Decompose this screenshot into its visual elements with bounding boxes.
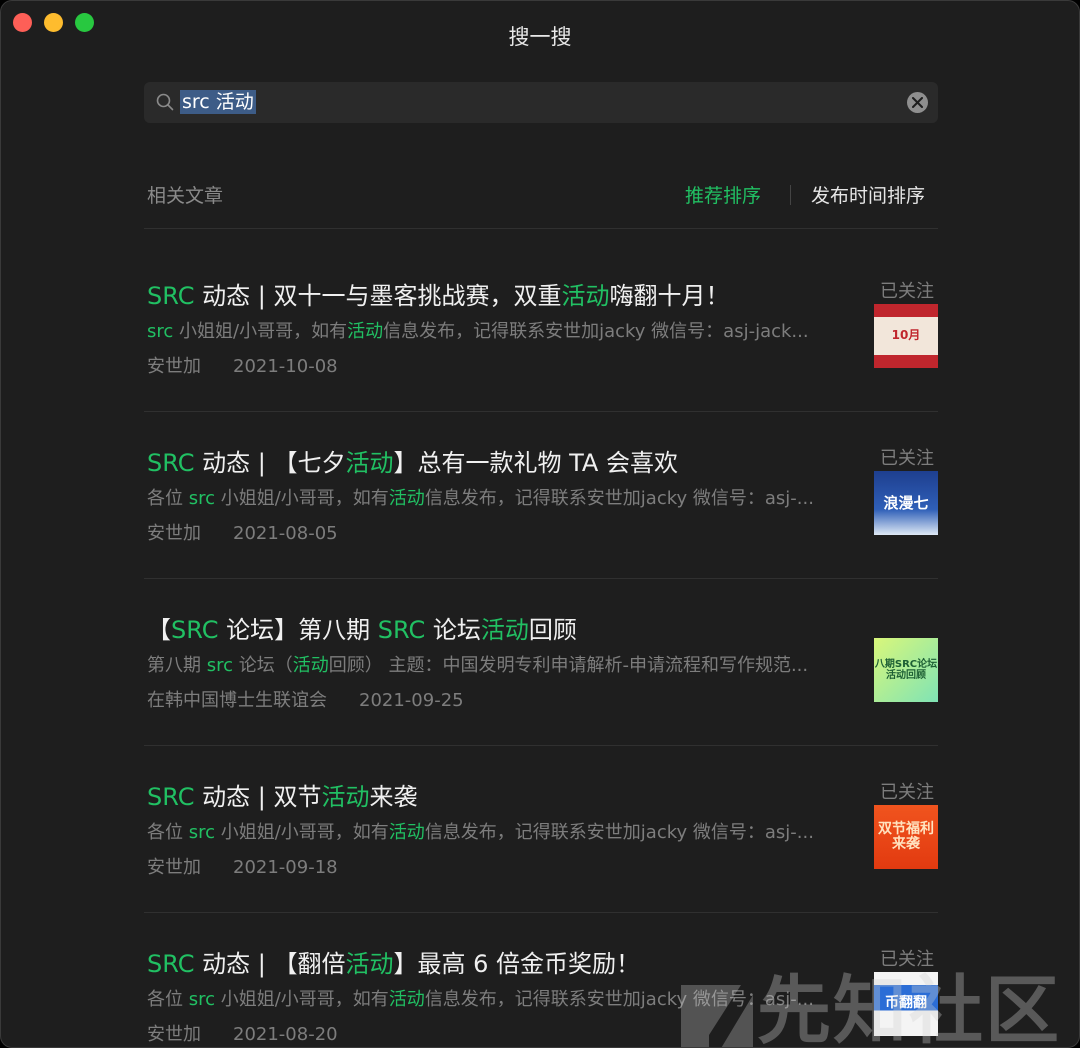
snippet-text: 小姐姐/小哥哥，如有 bbox=[215, 989, 389, 1010]
article-snippet: 各位 src 小姐姐/小哥哥，如有活动信息发布，记得联系安世加jacky 微信号… bbox=[147, 484, 857, 510]
title-text: 来袭 bbox=[369, 783, 418, 811]
article-snippet: 各位 src 小姐姐/小哥哥，如有活动信息发布，记得联系安世加jacky 微信号… bbox=[147, 818, 857, 844]
snippet-text: 论坛（ bbox=[233, 655, 293, 676]
follow-status-badge: 已关注 bbox=[880, 281, 934, 302]
title-text: 嗨翻十月！ bbox=[609, 282, 730, 310]
watermark: 先知社区 bbox=[681, 951, 1061, 1048]
snippet-text: 第八期 bbox=[147, 655, 207, 676]
article-source[interactable]: 安世加 bbox=[147, 356, 201, 377]
article-item[interactable]: SRC 动态 | 【七夕活动】总有一款礼物 TA 会喜欢 各位 src 小姐姐/小… bbox=[144, 395, 938, 562]
article-snippet: 第八期 src 论坛（活动回顾） 主题：中国发明专利申请解析-申请流程和写作规范… bbox=[147, 651, 857, 677]
highlighted-keyword: SRC bbox=[147, 783, 195, 811]
article-item[interactable]: SRC 动态 | 双节活动来袭 各位 src 小姐姐/小哥哥，如有活动信息发布，记… bbox=[144, 729, 938, 896]
article-source[interactable]: 在韩中国博士生联谊会 bbox=[147, 690, 327, 711]
article-meta: 安世加 2021-08-20 bbox=[147, 1020, 338, 1046]
highlighted-keyword: 活动 bbox=[345, 449, 394, 477]
search-query-text[interactable]: src 活动 bbox=[180, 90, 256, 114]
article-source[interactable]: 安世加 bbox=[147, 1024, 201, 1045]
title-text: 论坛】第八期 bbox=[218, 616, 378, 644]
title-text: 动态 | 双节 bbox=[194, 783, 322, 811]
follow-status-badge: 已关注 bbox=[880, 448, 934, 469]
article-meta: 安世加 2021-10-08 bbox=[147, 352, 338, 378]
highlighted-keyword: src bbox=[188, 822, 216, 843]
article-source[interactable]: 安世加 bbox=[147, 857, 201, 878]
snippet-text: 小姐姐/小哥哥，如有 bbox=[215, 488, 389, 509]
highlighted-keyword: 活动 bbox=[388, 822, 425, 843]
article-meta: 安世加 2021-08-05 bbox=[147, 519, 338, 545]
clear-icon bbox=[912, 97, 923, 108]
search-input[interactable]: src 活动 bbox=[144, 82, 938, 123]
highlighted-keyword: 活动 bbox=[347, 321, 384, 342]
title-text: 】总有一款礼物 TA 会喜欢 bbox=[393, 449, 678, 477]
article-item[interactable]: SRC 动态 | 双十一与墨客挑战赛，双重活动嗨翻十月！ src 小姐姐/小哥哥，… bbox=[144, 228, 938, 395]
snippet-text: 各位 bbox=[147, 488, 189, 509]
snippet-text: 各位 bbox=[147, 822, 189, 843]
highlighted-keyword: 活动 bbox=[561, 282, 610, 310]
article-thumbnail[interactable]: 浪漫七 bbox=[874, 471, 938, 535]
article-date: 2021-10-08 bbox=[233, 356, 338, 377]
title-text: 动态 | 【翻倍 bbox=[194, 950, 346, 978]
highlighted-keyword: SRC bbox=[147, 282, 195, 310]
article-title[interactable]: SRC 动态 | 双十一与墨客挑战赛，双重活动嗨翻十月！ bbox=[147, 276, 729, 311]
article-item[interactable]: 【SRC 论坛】第八期 SRC 论坛活动回顾 第八期 src 论坛（活动回顾） 主… bbox=[144, 562, 938, 729]
highlighted-keyword: 活动 bbox=[321, 783, 370, 811]
highlighted-keyword: src bbox=[188, 488, 216, 509]
article-meta: 在韩中国博士生联谊会 2021-09-25 bbox=[147, 686, 464, 712]
watermark-logo-icon bbox=[681, 985, 753, 1047]
highlighted-keyword: SRC bbox=[147, 950, 195, 978]
snippet-text: 信息发布，记得联系安世加jacky 微信号：asj-jack... bbox=[383, 321, 809, 342]
highlighted-keyword: 活动 bbox=[292, 655, 329, 676]
watermark-text: 先知社区 bbox=[757, 968, 1061, 1048]
snippet-text: 回顾） 主题：中国发明专利申请解析-申请流程和写作规范... bbox=[328, 655, 809, 676]
highlighted-keyword: 活动 bbox=[480, 616, 529, 644]
article-thumbnail[interactable]: 双节福利来袭 bbox=[874, 805, 938, 869]
title-text: 论坛 bbox=[425, 616, 481, 644]
article-title[interactable]: 【SRC 论坛】第八期 SRC 论坛活动回顾 bbox=[147, 610, 577, 645]
section-label: 相关文章 bbox=[147, 185, 224, 207]
thumbnail-text: 双节福利来袭 bbox=[878, 820, 934, 852]
thumbnail-text: 八期SRC论坛活动回顾 bbox=[874, 659, 938, 681]
article-thumbnail[interactable]: 10月 bbox=[874, 304, 938, 368]
highlighted-keyword: 活动 bbox=[388, 488, 425, 509]
highlighted-keyword: 活动 bbox=[388, 989, 425, 1010]
highlighted-keyword: SRC bbox=[147, 449, 195, 477]
window-title: 搜一搜 bbox=[508, 25, 572, 49]
highlighted-keyword: SRC bbox=[377, 616, 426, 644]
clear-search-button[interactable] bbox=[907, 92, 928, 113]
snippet-text: 信息发布，记得联系安世加jacky 微信号：asj-... bbox=[424, 822, 814, 843]
article-date: 2021-08-20 bbox=[233, 1024, 338, 1045]
sort-divider bbox=[790, 185, 791, 205]
highlighted-keyword: src bbox=[147, 321, 174, 342]
article-meta: 安世加 2021-09-18 bbox=[147, 853, 338, 879]
article-thumbnail[interactable]: 八期SRC论坛活动回顾 bbox=[874, 638, 938, 702]
sort-by-time-tab[interactable]: 发布时间排序 bbox=[811, 181, 925, 208]
title-text: 动态 | 【七夕 bbox=[194, 449, 346, 477]
snippet-text: 小姐姐/小哥哥，如有 bbox=[215, 822, 389, 843]
highlighted-keyword: SRC bbox=[171, 616, 219, 644]
article-title[interactable]: SRC 动态 | 双节活动来袭 bbox=[147, 777, 417, 812]
follow-status-badge: 已关注 bbox=[880, 782, 934, 803]
article-snippet: src 小姐姐/小哥哥，如有活动信息发布，记得联系安世加jacky 微信号：as… bbox=[147, 317, 857, 343]
snippet-text: 各位 bbox=[147, 989, 189, 1010]
sort-recommended-tab[interactable]: 推荐排序 bbox=[685, 181, 761, 208]
article-source[interactable]: 安世加 bbox=[147, 523, 201, 544]
article-title[interactable]: SRC 动态 | 【翻倍活动】最高 6 倍金币奖励！ bbox=[147, 944, 640, 979]
article-date: 2021-08-05 bbox=[233, 523, 338, 544]
title-text: 【 bbox=[147, 616, 171, 644]
app-window: 搜一搜 src 活动 相关文章 推荐排序 发布时间排序 SRC 动态 | 双十一… bbox=[0, 0, 1080, 1048]
title-text: 动态 | 双十一与墨客挑战赛，双重 bbox=[194, 282, 562, 310]
snippet-text: 小姐姐/小哥哥，如有 bbox=[173, 321, 348, 342]
title-text: 回顾 bbox=[528, 616, 577, 644]
highlighted-keyword: src bbox=[188, 989, 216, 1010]
highlighted-keyword: src bbox=[206, 655, 234, 676]
thumbnail-text: 10月 bbox=[891, 328, 921, 343]
article-title[interactable]: SRC 动态 | 【七夕活动】总有一款礼物 TA 会喜欢 bbox=[147, 443, 678, 478]
title-text: 】最高 6 倍金币奖励！ bbox=[393, 950, 640, 978]
search-icon bbox=[156, 93, 174, 111]
snippet-text: 信息发布，记得联系安世加jacky 微信号：asj-... bbox=[424, 488, 814, 509]
article-date: 2021-09-18 bbox=[233, 857, 338, 878]
thumbnail-text: 浪漫七 bbox=[883, 493, 929, 512]
highlighted-keyword: 活动 bbox=[345, 950, 394, 978]
article-date: 2021-09-25 bbox=[359, 690, 464, 711]
